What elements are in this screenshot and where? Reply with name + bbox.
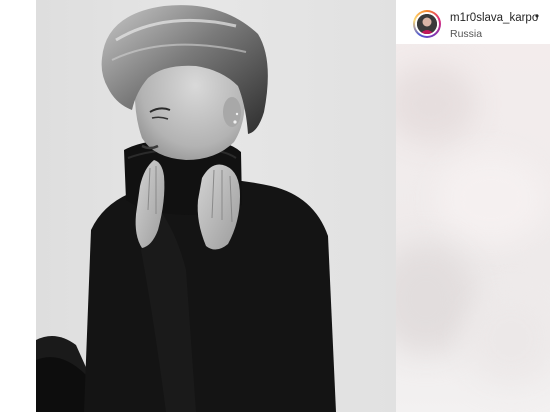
blur-shape (396, 64, 476, 144)
post-header: m1r0slava_karpo • Russia (396, 0, 550, 44)
avatar-border (415, 12, 439, 36)
blur-shape (466, 294, 550, 384)
profile-avatar-icon (417, 14, 437, 34)
header-separator: • (535, 11, 540, 23)
blur-shape (436, 154, 546, 244)
post-side-panel: m1r0slava_karpo • Russia (396, 0, 550, 412)
profile-avatar[interactable] (413, 10, 441, 38)
comments-area-blurred[interactable] (396, 44, 550, 412)
post-location-link[interactable]: Russia (450, 28, 482, 40)
post-username-link[interactable]: m1r0slava_karpo (450, 12, 538, 24)
post-photo[interactable] (36, 0, 396, 412)
blur-shape (396, 244, 476, 354)
portrait-photo-image (36, 0, 396, 412)
instagram-post-view: m1r0slava_karpo • Russia (0, 0, 550, 412)
